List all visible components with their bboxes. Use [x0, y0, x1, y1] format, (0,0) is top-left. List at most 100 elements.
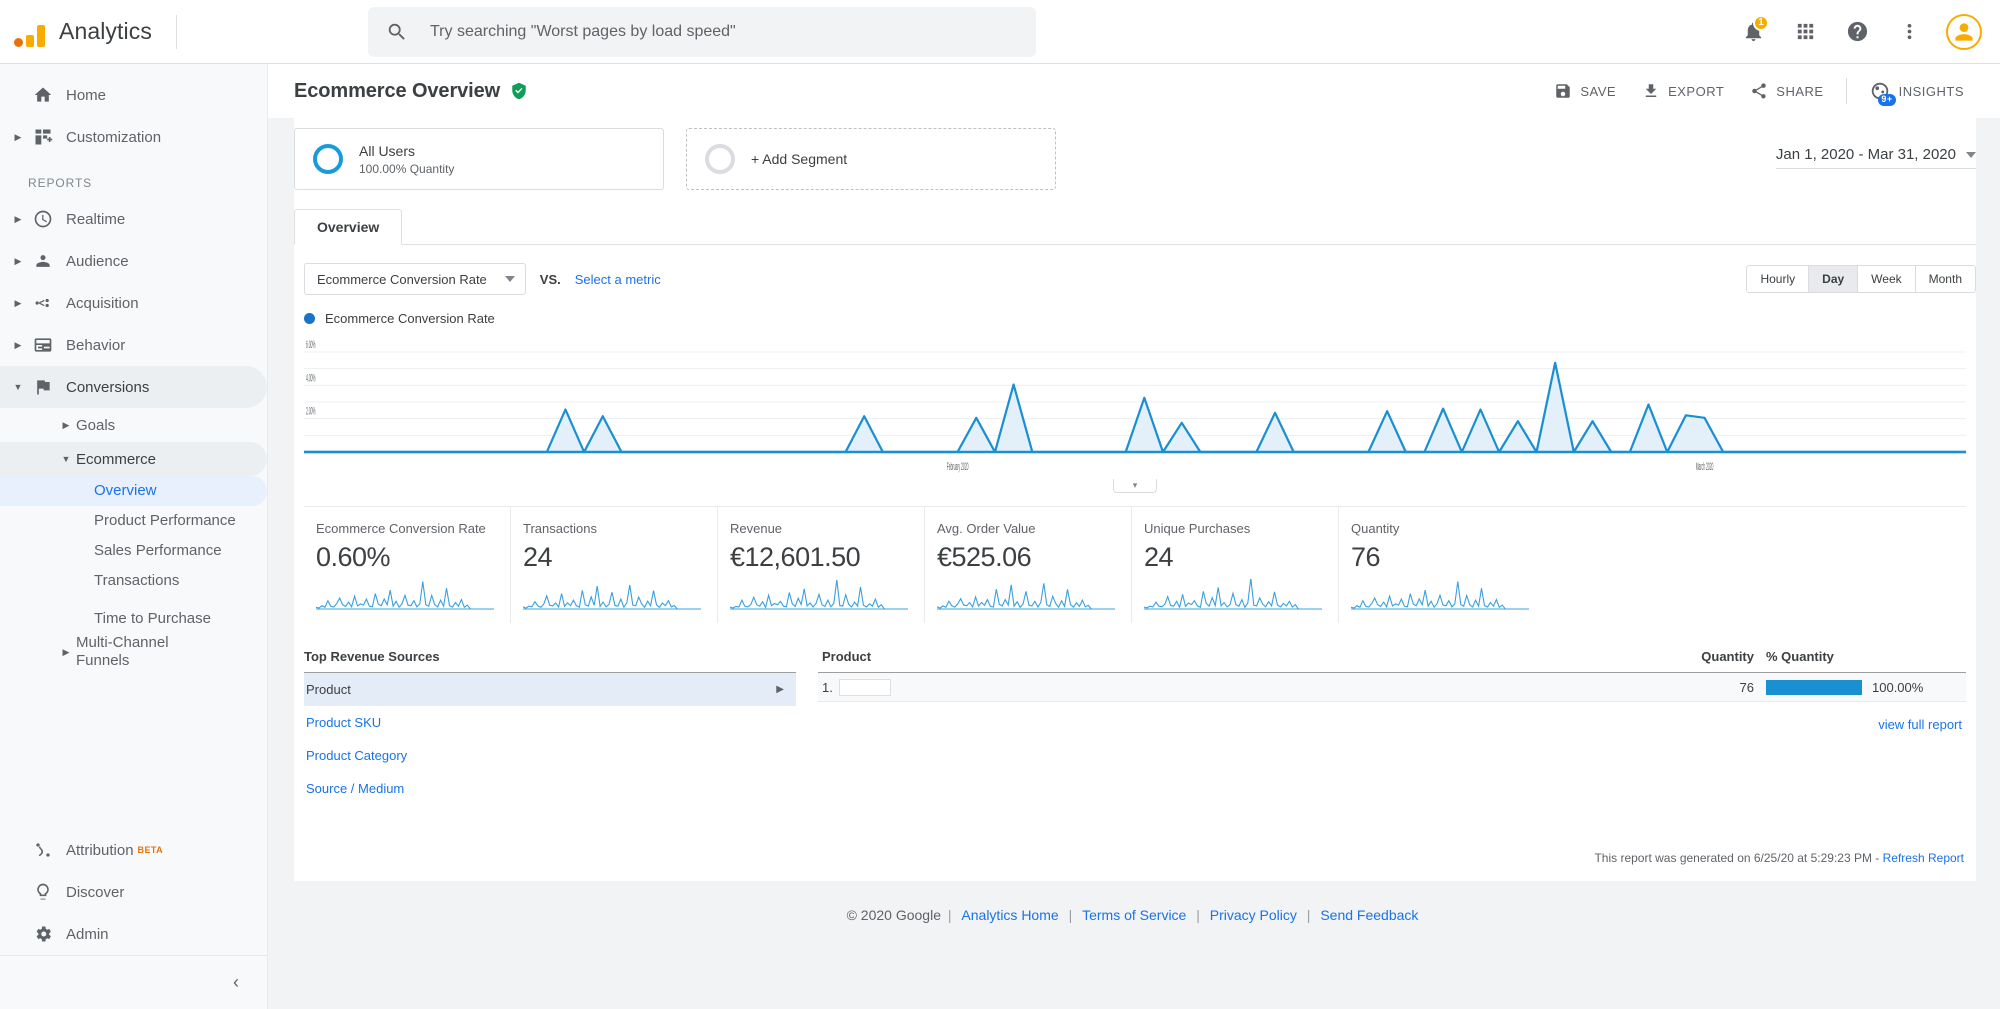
segment-all-users[interactable]: All Users 100.00% Quantity — [294, 128, 664, 190]
sidebar-label: Transactions — [94, 572, 180, 589]
column-product: Product — [822, 649, 872, 664]
sidebar-item-realtime[interactable]: ▶ Realtime — [0, 198, 267, 240]
source-label: Source / Medium — [306, 781, 405, 796]
brand[interactable]: Analytics — [0, 14, 268, 49]
row-index: 1. — [822, 679, 833, 695]
footer-link-privacy[interactable]: Privacy Policy — [1210, 907, 1297, 923]
sidebar-label: Behavior — [66, 336, 126, 354]
add-segment-ring-icon — [705, 144, 735, 174]
kpi-sparkline — [937, 583, 1115, 610]
sidebar-item-multi-channel-funnels[interactable]: ▶ Multi-Channel Funnels — [0, 634, 267, 670]
sidebar-item-attribution[interactable]: Attribution BETA — [0, 829, 267, 871]
granularity-hourly[interactable]: Hourly — [1747, 266, 1810, 292]
panel-title: Top Revenue Sources — [304, 649, 796, 673]
sidebar-item-behavior[interactable]: ▶ Behavior — [0, 324, 267, 366]
table-row[interactable]: 1. 76 100.00% — [818, 673, 1966, 702]
search-container — [368, 6, 1036, 57]
footer-link-feedback[interactable]: Send Feedback — [1320, 907, 1418, 923]
insights-label: INSIGHTS — [1898, 83, 1964, 99]
acquisition-icon — [26, 293, 60, 313]
sidebar-item-audience[interactable]: ▶ Audience — [0, 240, 267, 282]
granularity-toggle: Hourly Day Week Month — [1746, 265, 1976, 293]
sidebar-item-acquisition[interactable]: ▶ Acquisition — [0, 282, 267, 324]
product-name-blank — [838, 678, 891, 696]
sidebar-item-sales-performance[interactable]: Sales Performance — [0, 536, 267, 566]
select-a-metric-link[interactable]: Select a metric — [575, 272, 661, 287]
search-box[interactable] — [368, 6, 1036, 57]
table-header: Product Quantity % Quantity — [818, 649, 1966, 673]
footer-link-terms[interactable]: Terms of Service — [1082, 907, 1186, 923]
top-icons: 1 — [1732, 11, 2000, 53]
sidebar-item-ecommerce[interactable]: ▼ Ecommerce — [0, 442, 267, 476]
chevron-right-icon: ▶ — [776, 684, 784, 695]
avatar[interactable] — [1946, 13, 1982, 50]
chart-resize-handle[interactable]: ▾ — [1113, 479, 1157, 493]
sidebar-item-time-to-purchase[interactable]: Time to Purchase — [0, 604, 267, 634]
kpi-label: Quantity — [1351, 521, 1400, 536]
tab-overview[interactable]: Overview — [294, 209, 403, 245]
action-divider — [1845, 78, 1847, 104]
save-button[interactable]: SAVE — [1542, 74, 1628, 108]
report-generated-line: This report was generated on 6/25/20 at … — [294, 805, 1976, 881]
sidebar-item-home[interactable]: Home — [0, 74, 267, 116]
sidebar-item-discover[interactable]: Discover — [0, 871, 267, 913]
verified-shield-icon — [512, 82, 526, 100]
customization-icon — [26, 127, 60, 147]
divider: | — [947, 907, 952, 923]
legend-label: Ecommerce Conversion Rate — [325, 311, 495, 326]
sidebar: Home ▶ Customization REPORTS ▶ Realtime … — [0, 64, 268, 1009]
metric-select[interactable]: Ecommerce Conversion Rate — [304, 263, 526, 295]
sidebar-item-product-performance[interactable]: Product Performance — [0, 506, 267, 536]
search-icon — [388, 23, 405, 40]
chart-canvas — [304, 351, 1966, 454]
help-icon[interactable] — [1836, 11, 1878, 53]
pct-bar — [1766, 679, 1862, 695]
apps-grid-icon[interactable] — [1784, 11, 1826, 53]
chevron-right-icon: ▶ — [14, 297, 22, 308]
sidebar-item-ecommerce-overview[interactable]: Overview — [0, 476, 267, 506]
date-range-picker[interactable]: Jan 1, 2020 - Mar 31, 2020 — [1775, 146, 1976, 169]
chevron-down-icon — [1966, 151, 1976, 158]
share-button[interactable]: SHARE — [1738, 74, 1835, 108]
kpi-card: Revenue €12,601.50 — [718, 507, 925, 623]
top-revenue-sources-panel: Top Revenue Sources Product ▶ Product SK… — [304, 649, 796, 805]
search-input[interactable] — [430, 22, 1018, 41]
attribution-icon — [26, 840, 60, 860]
chevron-left-icon[interactable]: ‹ — [233, 972, 239, 993]
export-button[interactable]: EXPORT — [1630, 74, 1736, 108]
footer-link-analytics-home[interactable]: Analytics Home — [961, 907, 1058, 923]
add-segment-button[interactable]: + Add Segment — [686, 128, 1056, 190]
timeline-chart[interactable]: 2.00% 4.00% 6.00% February 2020 March 2020 — [294, 326, 1976, 480]
segment-bar: All Users 100.00% Quantity + Add Segment… — [294, 118, 1976, 190]
source-row-source-medium[interactable]: Source / Medium — [304, 772, 796, 805]
sidebar-item-transactions[interactable]: Transactions — [0, 566, 267, 596]
sidebar-item-admin[interactable]: Admin — [0, 913, 267, 955]
sidebar-label: Acquisition — [66, 294, 139, 312]
granularity-month[interactable]: Month — [1915, 266, 1975, 292]
source-row-product[interactable]: Product ▶ — [304, 673, 796, 706]
more-vert-icon[interactable] — [1888, 11, 1930, 53]
legend-color-dot — [304, 313, 315, 324]
copyright: © 2020 Google — [846, 907, 941, 923]
granularity-day[interactable]: Day — [1809, 266, 1859, 292]
segment-ring-icon — [313, 144, 343, 174]
notifications-icon[interactable]: 1 — [1732, 11, 1774, 53]
metric-controls: Ecommerce Conversion Rate VS. Select a m… — [294, 245, 1976, 301]
insights-button[interactable]: 9+ INSIGHTS — [1857, 72, 1976, 110]
view-full-report-link[interactable]: view full report — [1878, 717, 1962, 732]
view-full-report-row: view full report — [818, 702, 1966, 734]
sidebar-label: Attribution — [66, 841, 134, 859]
sidebar-item-customization[interactable]: ▶ Customization — [0, 116, 267, 158]
sidebar-item-conversions[interactable]: ▼ Conversions — [0, 366, 267, 408]
source-row-product-category[interactable]: Product Category — [304, 739, 796, 772]
granularity-week[interactable]: Week — [1858, 266, 1916, 292]
refresh-report-link[interactable]: Refresh Report — [1883, 851, 1964, 865]
kpi-value: 76 — [1351, 542, 1381, 572]
kpi-value: €525.06 — [937, 542, 1032, 572]
home-icon — [26, 85, 60, 105]
cell-pct-quantity: 100.00% — [1766, 679, 1966, 695]
sidebar-item-goals[interactable]: ▶ Goals — [0, 408, 267, 442]
kpi-label: Ecommerce Conversion Rate — [316, 521, 486, 536]
source-row-product-sku[interactable]: Product SKU — [304, 706, 796, 739]
brand-name: Analytics — [59, 18, 152, 44]
